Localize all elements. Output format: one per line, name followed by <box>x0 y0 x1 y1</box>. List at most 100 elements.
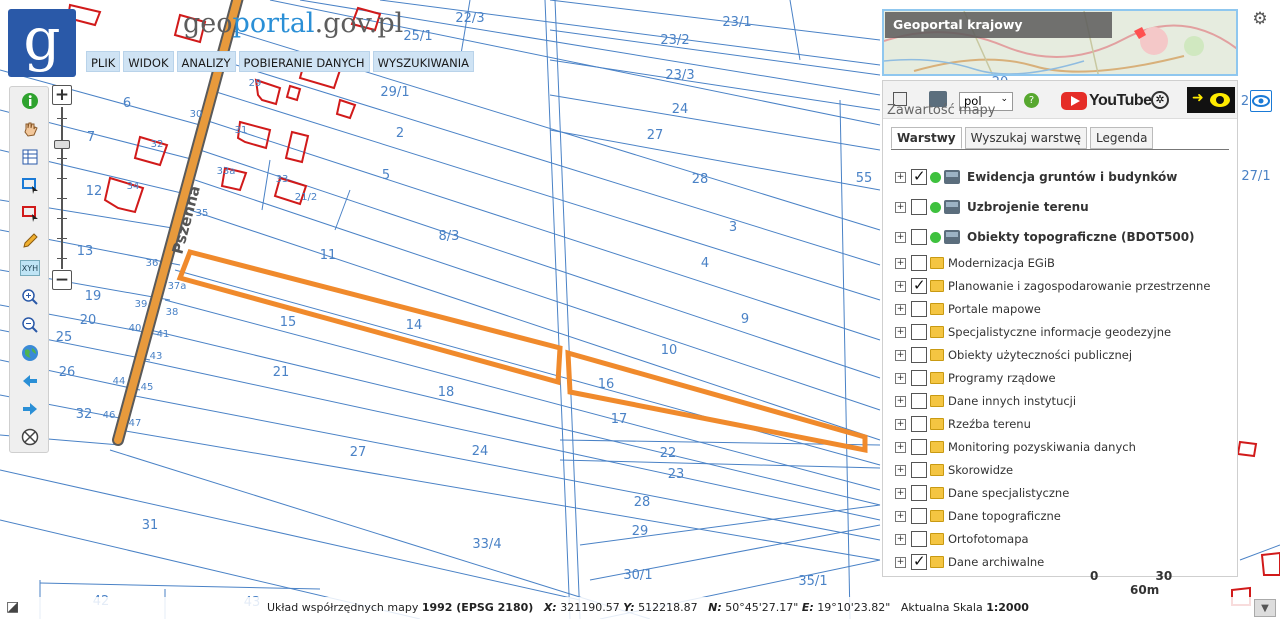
plot-number-label: 4 <box>701 256 709 271</box>
zoom-in-button[interactable]: + <box>52 85 72 105</box>
layer-label: Programy rządowe <box>948 371 1056 385</box>
layer-checkbox[interactable] <box>911 508 927 524</box>
contrast-toggle[interactable]: ➜ <box>1187 87 1235 113</box>
tab-warstwy[interactable]: Warstwy <box>891 127 962 149</box>
back-arrow-icon[interactable] <box>20 371 40 391</box>
layer-checkbox[interactable] <box>911 439 927 455</box>
layer-row[interactable]: + Dane specjalistyczne <box>895 483 1235 503</box>
forward-arrow-icon[interactable] <box>20 399 40 419</box>
table-icon[interactable] <box>20 147 40 167</box>
plot-number-label: 28 <box>634 495 651 510</box>
layer-row[interactable]: + Ortofotomapa <box>895 529 1235 549</box>
expand-icon[interactable]: + <box>895 349 906 361</box>
plot-number-label: 35/1 <box>798 574 827 589</box>
chevron-down-icon[interactable]: ▼ <box>1254 599 1276 617</box>
gear-icon[interactable]: ⚙ <box>1248 8 1272 30</box>
plot-number-label: 9 <box>741 312 749 327</box>
info-icon[interactable] <box>20 91 40 111</box>
layer-checkbox[interactable] <box>911 229 927 245</box>
geoportal-logo[interactable]: g <box>8 9 76 77</box>
layer-checkbox[interactable] <box>911 393 927 409</box>
globe-icon[interactable] <box>20 343 40 363</box>
plot-number-label: 30/1 <box>623 568 652 583</box>
select-polygon-icon[interactable] <box>20 203 40 223</box>
layer-row[interactable]: + Uzbrojenie terenu <box>895 197 1235 217</box>
expand-icon[interactable]: + <box>895 257 906 269</box>
plot-number-label: 22/3 <box>455 11 484 26</box>
status-bar: Układ współrzędnych mapy 1992 (EPSG 2180… <box>0 597 1280 619</box>
menu-analizy[interactable]: ANALIZY <box>176 51 236 72</box>
layer-checkbox[interactable] <box>911 416 927 432</box>
layer-row[interactable]: + Ewidencja gruntów i budynków <box>895 167 1235 187</box>
plot-number-label: 2 <box>396 126 404 141</box>
layer-row[interactable]: + Dane innych instytucji <box>895 391 1235 411</box>
zoom-slider-track[interactable] <box>61 107 63 269</box>
expand-icon[interactable]: + <box>895 533 906 545</box>
clear-icon[interactable] <box>20 427 40 447</box>
expand-icon[interactable]: + <box>895 441 906 453</box>
layer-row[interactable]: + Monitoring pozyskiwania danych <box>895 437 1235 457</box>
layer-row[interactable]: + Obiekty topograficzne (BDOT500) <box>895 227 1235 247</box>
folder-icon <box>930 349 944 361</box>
layer-checkbox[interactable] <box>911 552 927 570</box>
layer-checkbox[interactable] <box>911 301 927 317</box>
expand-icon[interactable]: + <box>895 171 906 183</box>
menu-wyszukiwania[interactable]: WYSZUKIWANIA <box>372 51 474 72</box>
layer-checkbox[interactable] <box>911 531 927 547</box>
layer-checkbox[interactable] <box>911 485 927 501</box>
tab-legenda[interactable]: Legenda <box>1090 127 1154 149</box>
pencil-icon[interactable] <box>20 231 40 251</box>
overview-map-title: Geoportal krajowy <box>885 12 1112 38</box>
expand-icon[interactable]: + <box>895 326 906 338</box>
layer-row[interactable]: + Programy rządowe <box>895 368 1235 388</box>
zoom-out-icon[interactable] <box>20 315 40 335</box>
plot-number-label: 11 <box>320 248 337 263</box>
layer-label: Portale mapowe <box>948 302 1041 316</box>
expand-icon[interactable]: + <box>895 510 906 522</box>
layer-checkbox[interactable] <box>911 370 927 386</box>
menu-plik[interactable]: PLIK <box>86 51 121 72</box>
layer-row[interactable]: + Skorowidze <box>895 460 1235 480</box>
layers-panel: pol ⌄ ? YouTube ✲ ➜ Zawartość mapy Warst… <box>882 80 1238 577</box>
expand-icon[interactable]: + <box>895 556 906 568</box>
layer-checkbox[interactable] <box>911 324 927 340</box>
layer-row[interactable]: + Dane topograficzne <box>895 506 1235 526</box>
layer-checkbox[interactable] <box>911 276 927 294</box>
expand-icon[interactable]: + <box>895 395 906 407</box>
xyh-icon[interactable]: XYH <box>20 260 40 276</box>
expand-icon[interactable]: + <box>895 487 906 499</box>
expand-icon[interactable]: + <box>895 303 906 315</box>
expand-icon[interactable]: + <box>895 231 906 243</box>
layer-row[interactable]: + Portale mapowe <box>895 299 1235 319</box>
expand-icon[interactable]: + <box>895 418 906 430</box>
layer-row[interactable]: + Planowanie i zagospodarowanie przestrze… <box>895 276 1235 296</box>
youtube-link[interactable]: YouTube <box>1061 91 1152 111</box>
expand-icon[interactable]: + <box>895 464 906 476</box>
menu-widok[interactable]: WIDOK <box>123 51 174 72</box>
pan-hand-icon[interactable] <box>20 119 40 139</box>
expand-icon[interactable]: + <box>895 280 906 292</box>
layer-row[interactable]: + Rzeźba terenu <box>895 414 1235 434</box>
layer-checkbox[interactable] <box>911 347 927 363</box>
expand-icon[interactable]: + <box>895 372 906 384</box>
menu-pobieranie-danych[interactable]: POBIERANIE DANYCH <box>238 51 370 72</box>
collapse-icon[interactable]: ◪ <box>6 599 24 615</box>
select-rectangle-icon[interactable] <box>20 175 40 195</box>
arrow-right-icon: ➜ <box>1192 90 1204 106</box>
layer-checkbox[interactable] <box>911 255 927 271</box>
zoom-out-button[interactable]: − <box>52 270 72 290</box>
layer-label: Obiekty topograficzne (BDOT500) <box>967 230 1195 244</box>
zoom-slider-handle[interactable] <box>54 140 70 149</box>
help-icon[interactable]: ? <box>1024 93 1039 108</box>
layer-checkbox[interactable] <box>911 462 927 478</box>
layer-checkbox[interactable] <box>911 167 927 185</box>
layer-row[interactable]: + Specjalistyczne informacje geodezyjne <box>895 322 1235 342</box>
layer-checkbox[interactable] <box>911 199 927 215</box>
eye-visibility-button[interactable] <box>1250 90 1272 112</box>
expand-icon[interactable]: + <box>895 201 906 213</box>
accessibility-icon[interactable]: ✲ <box>1151 91 1169 109</box>
layer-row[interactable]: + Obiekty użyteczności publicznej <box>895 345 1235 365</box>
layer-row[interactable]: + Modernizacja EGiB <box>895 253 1235 273</box>
tab-wyszukaj-warstwe[interactable]: Wyszukaj warstwę <box>964 127 1088 149</box>
zoom-in-icon[interactable] <box>20 287 40 307</box>
